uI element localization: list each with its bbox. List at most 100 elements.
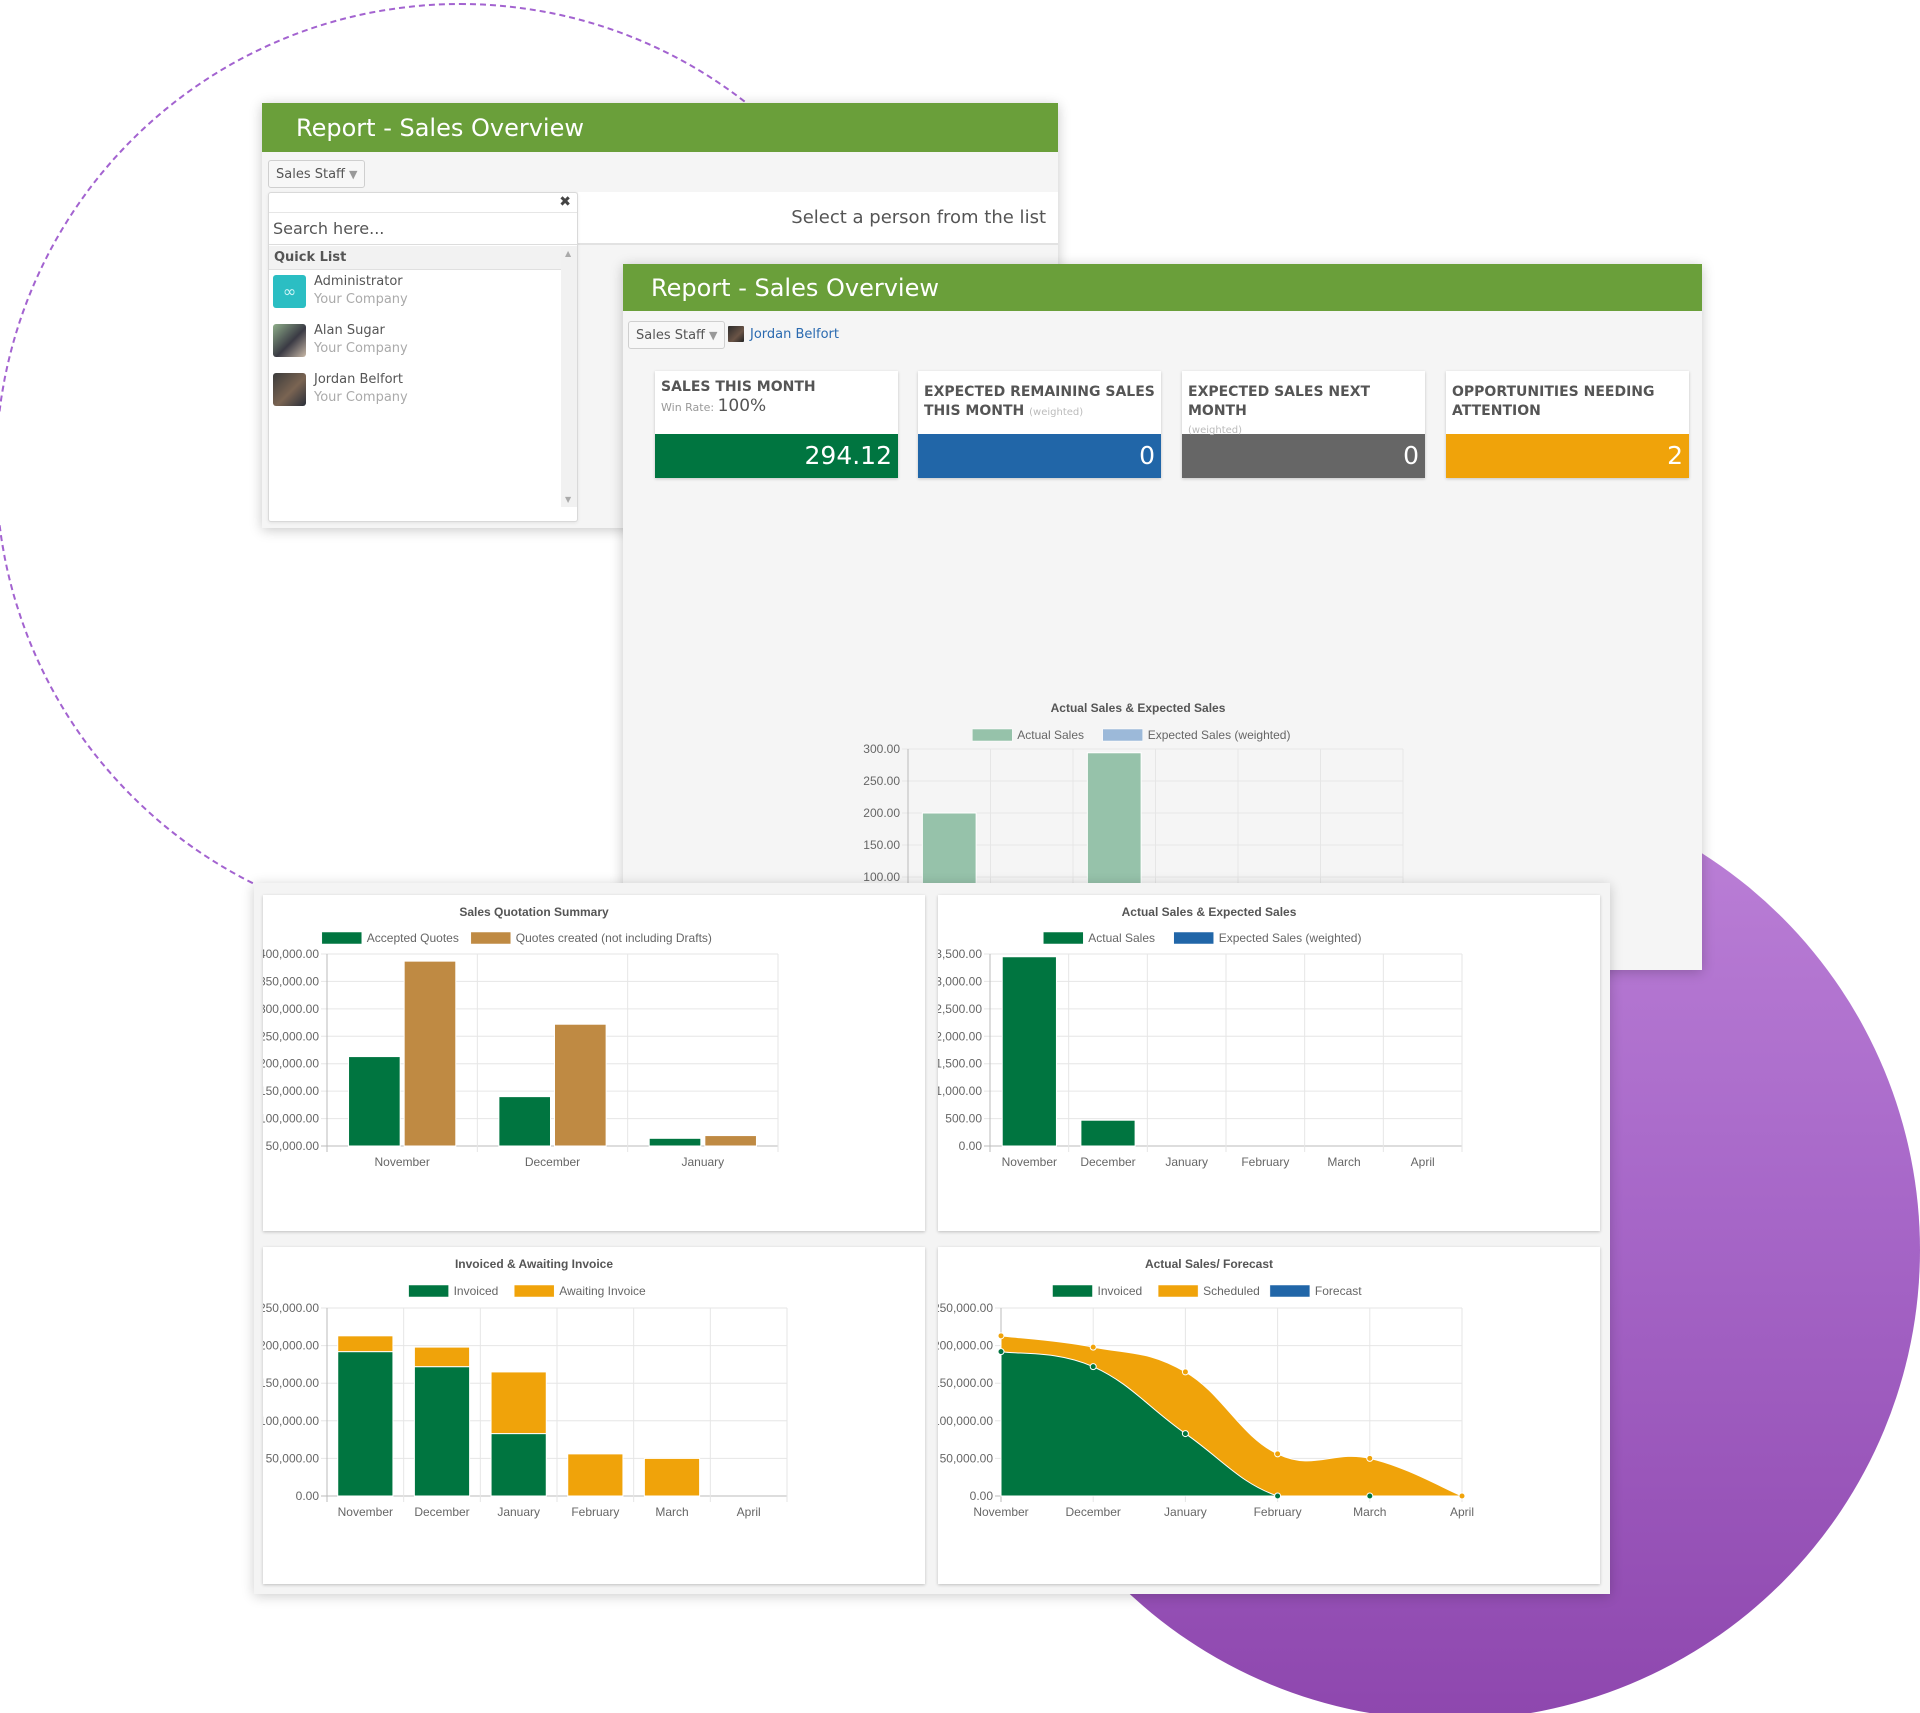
list-item-alan-sugar[interactable]: Alan Sugar Your Company bbox=[269, 319, 561, 368]
y-tick-label: 200,000.00 bbox=[263, 1339, 319, 1353]
y-tick-label: 100,000.00 bbox=[263, 1112, 319, 1126]
data-point bbox=[1274, 1492, 1282, 1500]
y-tick-label: 0.00 bbox=[959, 1139, 983, 1153]
data-point bbox=[1458, 1492, 1466, 1500]
kpi-header: OPPORTUNITIES NEEDING ATTENTION bbox=[1446, 371, 1689, 434]
dropdown-scrollbar[interactable]: ▲ ▼ bbox=[561, 246, 577, 507]
legend-label: Actual Sales bbox=[1088, 931, 1155, 945]
x-tick-label: November bbox=[1002, 1155, 1057, 1169]
data-point bbox=[1181, 1430, 1189, 1438]
x-tick-label: November bbox=[374, 1155, 429, 1169]
kpi-note: (weighted) bbox=[1029, 407, 1084, 418]
y-tick-label: 1,500.00 bbox=[938, 1057, 982, 1071]
dropdown-close-row: ✖ bbox=[269, 193, 577, 213]
legend-label: Scheduled bbox=[1203, 1284, 1260, 1298]
y-tick-label: 250,000.00 bbox=[938, 1301, 993, 1315]
select-person-prompt-row: Select a person from the list bbox=[578, 192, 1058, 245]
panel-header: Report - Sales Overview bbox=[623, 264, 1702, 311]
kpi-title: SALES THIS MONTH bbox=[661, 379, 816, 395]
chart-card-quotation: Sales Quotation Summary Accepted Quotes Qu… bbox=[259, 895, 925, 1231]
y-tick-label: 200.00 bbox=[863, 806, 900, 820]
bar bbox=[704, 1135, 757, 1147]
sales-staff-button[interactable]: Sales Staff ▼ bbox=[628, 321, 726, 349]
bar-segment bbox=[490, 1371, 547, 1435]
sales-staff-button[interactable]: Sales Staff ▼ bbox=[268, 160, 366, 188]
x-tick-label: February bbox=[571, 1505, 619, 1519]
data-point bbox=[997, 1332, 1005, 1340]
bar bbox=[403, 960, 457, 1147]
list-item-jordan-belfort[interactable]: Jordan Belfort Your Company bbox=[269, 368, 561, 417]
y-tick-label: 3,500.00 bbox=[938, 947, 982, 961]
y-tick-label: 350,000.00 bbox=[263, 974, 319, 988]
chart-actual-forecast: Actual Sales/ ForecastInvoiced Scheduled F… bbox=[933, 1257, 1474, 1519]
chart-card-actual-expected: Actual Sales & Expected Sales Actual Sale… bbox=[935, 895, 1600, 1231]
bar bbox=[554, 1023, 607, 1147]
data-point bbox=[1274, 1450, 1282, 1458]
legend-label: Expected Sales (weighted) bbox=[1219, 931, 1362, 945]
kpi-title: EXPECTED SALES NEXT MONTH bbox=[1188, 384, 1371, 419]
kpi-value: 0 bbox=[918, 434, 1161, 478]
quick-list: Quick List ∞ Administrator Your Company … bbox=[269, 246, 561, 507]
chart-title: Invoiced & Awaiting Invoice bbox=[455, 1257, 613, 1271]
x-tick-label: January bbox=[1164, 1505, 1207, 1519]
data-point bbox=[1181, 1368, 1189, 1376]
legend-label: Forecast bbox=[1315, 1284, 1362, 1298]
person-company: Your Company bbox=[314, 390, 408, 405]
scroll-up-icon[interactable]: ▲ bbox=[565, 249, 571, 258]
y-tick-label: 0.00 bbox=[296, 1489, 320, 1503]
x-tick-label: March bbox=[1353, 1505, 1386, 1519]
y-tick-label: 2,500.00 bbox=[938, 1002, 982, 1016]
chart-card-forecast: Actual Sales/ Forecast Invoiced Scheduled F… bbox=[933, 1247, 1600, 1584]
x-tick-label: April bbox=[1450, 1505, 1474, 1519]
list-item-administrator[interactable]: ∞ Administrator Your Company bbox=[269, 270, 561, 319]
kpi-header: EXPECTED REMAINING SALES THIS MONTH (wei… bbox=[918, 371, 1161, 434]
kpi-title: OPPORTUNITIES NEEDING ATTENTION bbox=[1452, 384, 1655, 419]
kpi-header: SALES THIS MONTH Win Rate: 100% bbox=[655, 371, 898, 434]
kpi-card-opportunities[interactable]: OPPORTUNITIES NEEDING ATTENTION 2 bbox=[1446, 371, 1689, 478]
y-tick-label: 50,000.00 bbox=[940, 1451, 994, 1465]
legend-label: Accepted Quotes bbox=[367, 931, 459, 945]
y-tick-label: 100.00 bbox=[863, 870, 900, 884]
avatar-photo-icon bbox=[273, 373, 306, 406]
bar bbox=[1080, 1119, 1136, 1147]
kpi-value: 294.12 bbox=[655, 434, 898, 478]
y-tick-label: 200,000.00 bbox=[263, 1057, 319, 1071]
x-tick-label: January bbox=[497, 1505, 540, 1519]
y-tick-label: 300,000.00 bbox=[263, 1002, 319, 1016]
sales-staff-label: Sales Staff bbox=[276, 166, 346, 182]
person-company: Your Company bbox=[314, 341, 408, 356]
avatar-photo-icon bbox=[728, 326, 744, 342]
bar-segment bbox=[413, 1366, 471, 1497]
person-name: Jordan Belfort bbox=[314, 372, 403, 387]
legend-swatch bbox=[1102, 728, 1143, 742]
y-tick-label: 100,000.00 bbox=[263, 1414, 319, 1428]
quick-list-header: Quick List bbox=[269, 246, 561, 270]
legend-label: Invoiced bbox=[454, 1284, 499, 1298]
caret-down-icon: ▼ bbox=[349, 167, 358, 181]
y-tick-label: 250.00 bbox=[863, 774, 900, 788]
staff-search-input[interactable] bbox=[269, 213, 577, 245]
bar bbox=[348, 1056, 401, 1147]
chart-sales-quotation: Sales Quotation SummaryAccepted Quotes Qu… bbox=[259, 905, 779, 1169]
legend-label: Actual Sales bbox=[1017, 728, 1084, 742]
close-icon[interactable]: ✖ bbox=[559, 194, 571, 210]
person-company: Your Company bbox=[314, 292, 408, 307]
scroll-down-icon[interactable]: ▼ bbox=[565, 495, 571, 504]
x-tick-label: November bbox=[338, 1505, 393, 1519]
selected-person-link[interactable]: Jordan Belfort bbox=[728, 326, 839, 342]
bar bbox=[498, 1096, 551, 1147]
y-tick-label: 400,000.00 bbox=[263, 947, 319, 961]
page-title: Report - Sales Overview bbox=[651, 273, 939, 302]
legend-swatch bbox=[1052, 1284, 1093, 1298]
x-tick-label: December bbox=[1080, 1155, 1135, 1169]
x-tick-label: March bbox=[655, 1505, 688, 1519]
legend-swatch bbox=[1173, 931, 1214, 945]
chart-title: Actual Sales & Expected Sales bbox=[1051, 701, 1226, 715]
kpi-card-expected-remaining: EXPECTED REMAINING SALES THIS MONTH (wei… bbox=[918, 371, 1161, 478]
legend-swatch bbox=[321, 931, 363, 945]
y-tick-label: 500.00 bbox=[945, 1112, 982, 1126]
win-rate-value: 100% bbox=[717, 396, 767, 416]
y-tick-label: 150,000.00 bbox=[938, 1376, 993, 1390]
bar bbox=[1001, 956, 1057, 1147]
data-point bbox=[1366, 1492, 1374, 1500]
